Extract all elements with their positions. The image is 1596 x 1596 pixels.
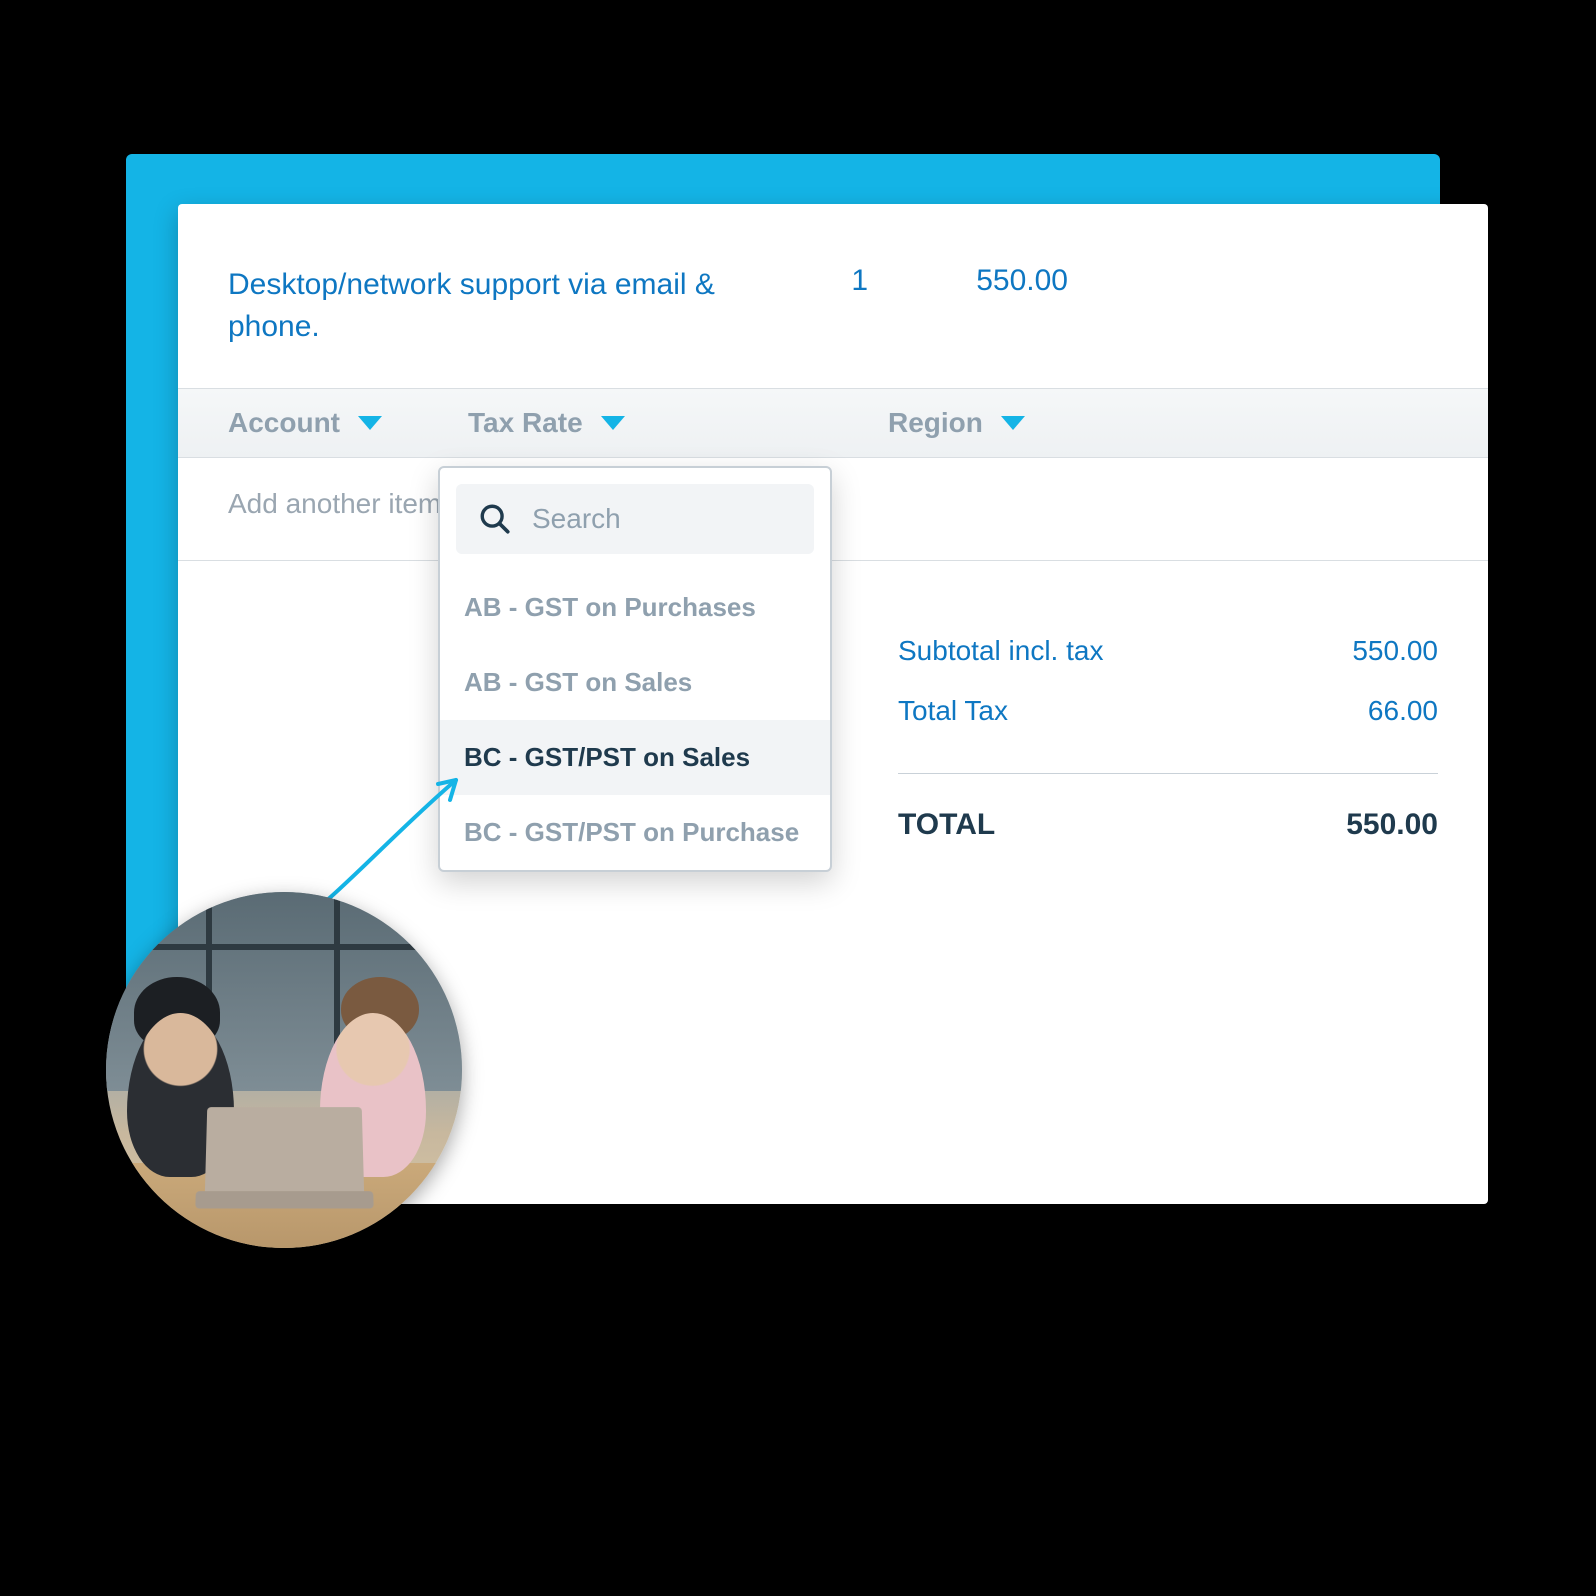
subtotal-value: 550.00 bbox=[1352, 635, 1438, 667]
grand-total-row: TOTAL 550.00 bbox=[898, 794, 1438, 856]
subtotal-row: Subtotal incl. tax 550.00 bbox=[898, 621, 1438, 681]
dropdown-search-placeholder: Search bbox=[532, 503, 621, 535]
column-header-bar: Account Tax Rate Region bbox=[178, 388, 1488, 458]
column-header-tax-rate-label: Tax Rate bbox=[468, 407, 583, 439]
add-item-input[interactable]: Add another item... bbox=[178, 458, 1488, 561]
grand-total-label: TOTAL bbox=[898, 808, 995, 842]
total-tax-label: Total Tax bbox=[898, 695, 1008, 727]
dropdown-option[interactable]: BC - GST/PST on Sales bbox=[440, 720, 830, 795]
chevron-down-icon bbox=[358, 416, 382, 430]
dropdown-search-input[interactable]: Search bbox=[456, 484, 814, 554]
dropdown-option[interactable]: AB - GST on Sales bbox=[440, 645, 830, 720]
divider bbox=[898, 773, 1438, 774]
chevron-down-icon bbox=[1001, 416, 1025, 430]
decorative-photo bbox=[106, 892, 462, 1248]
column-header-tax-rate[interactable]: Tax Rate bbox=[468, 407, 888, 439]
total-tax-row: Total Tax 66.00 bbox=[898, 681, 1438, 741]
line-item-amount[interactable]: 550.00 bbox=[908, 264, 1068, 298]
column-header-account[interactable]: Account bbox=[228, 407, 468, 439]
total-tax-value: 66.00 bbox=[1368, 695, 1438, 727]
line-item-row: Desktop/network support via email & phon… bbox=[178, 204, 1488, 388]
tax-rate-dropdown[interactable]: Search AB - GST on PurchasesAB - GST on … bbox=[438, 466, 832, 872]
line-item-description[interactable]: Desktop/network support via email & phon… bbox=[228, 264, 748, 348]
column-header-account-label: Account bbox=[228, 407, 340, 439]
dropdown-option[interactable]: AB - GST on Purchases bbox=[440, 570, 830, 645]
search-icon bbox=[478, 502, 512, 536]
chevron-down-icon bbox=[601, 416, 625, 430]
grand-total-value: 550.00 bbox=[1346, 808, 1438, 842]
dropdown-option[interactable]: BC - GST/PST on Purchase bbox=[440, 795, 830, 870]
line-item-quantity[interactable]: 1 bbox=[748, 264, 908, 298]
column-header-region[interactable]: Region bbox=[888, 407, 1438, 439]
subtotal-label: Subtotal incl. tax bbox=[898, 635, 1103, 667]
totals-block: Subtotal incl. tax 550.00 Total Tax 66.0… bbox=[898, 621, 1438, 856]
column-header-region-label: Region bbox=[888, 407, 983, 439]
